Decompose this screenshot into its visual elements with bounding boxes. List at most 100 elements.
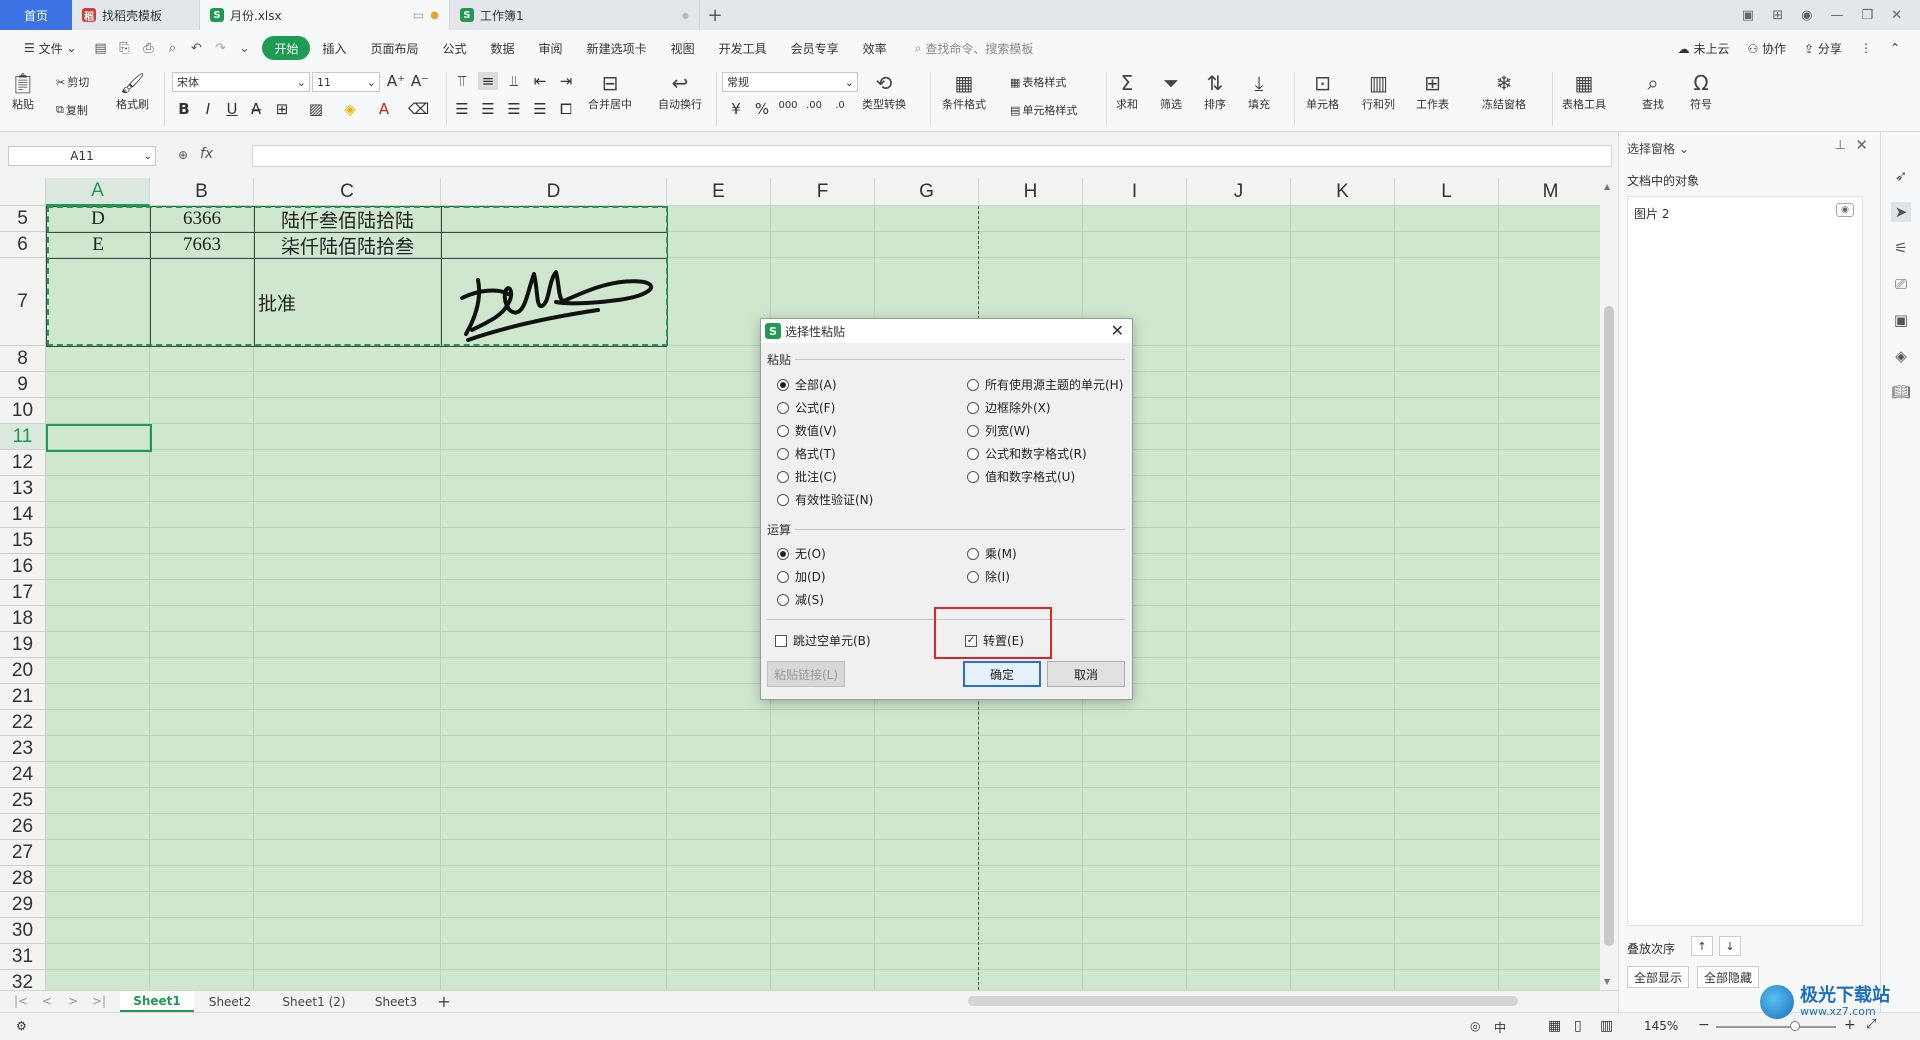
row-header-24[interactable]: 24 — [0, 762, 46, 788]
bring-forward-icon[interactable]: ↑ — [1691, 936, 1713, 956]
ok-button[interactable]: 确定 — [963, 661, 1041, 687]
row-header-28[interactable]: 28 — [0, 866, 46, 892]
column-header-e[interactable]: E — [667, 178, 771, 206]
print-preview-icon[interactable]: ⌕ — [160, 36, 184, 60]
indent-decrease-icon[interactable]: ⇤ — [530, 72, 550, 90]
book-icon[interactable]: 📖︎ — [1891, 382, 1911, 402]
border-icon[interactable]: ⊞ — [272, 100, 292, 118]
op-subtract-option[interactable]: 减(S) — [777, 591, 824, 608]
select-all-corner[interactable] — [0, 178, 46, 206]
op-divide-option[interactable]: 除(I) — [967, 568, 1010, 585]
fill-color-icon[interactable]: ◈ — [340, 100, 360, 118]
export-pdf-icon[interactable]: ⎘ — [112, 36, 136, 60]
menu-insert[interactable]: 插入 — [310, 36, 358, 60]
paste-values-option[interactable]: 数值(V) — [777, 422, 837, 439]
align-bottom-icon[interactable]: ⫫ — [504, 72, 524, 90]
sum-button[interactable]: Σ 求和 — [1114, 70, 1140, 112]
location-icon[interactable]: ◈ — [1891, 346, 1911, 366]
row-header-8[interactable]: 8 — [0, 346, 46, 372]
row-header-25[interactable]: 25 — [0, 788, 46, 814]
pin-icon[interactable]: ⊥ — [1835, 138, 1846, 153]
row-header-31[interactable]: 31 — [0, 944, 46, 970]
align-right-icon[interactable]: ☰ — [504, 100, 524, 118]
align-top-icon[interactable]: ⫪ — [452, 72, 472, 90]
paste-formulas-numbers-option[interactable]: 公式和数字格式(R) — [967, 445, 1087, 462]
increase-font-icon[interactable]: A⁺ — [386, 72, 406, 90]
cell-style-button[interactable]: ▤ 单元格样式 — [1010, 102, 1077, 118]
quick-access-more-icon[interactable]: ⌄ — [232, 36, 256, 60]
radio[interactable] — [777, 493, 789, 506]
row-header-22[interactable]: 22 — [0, 710, 46, 736]
row-header-27[interactable]: 27 — [0, 840, 46, 866]
row-header-9[interactable]: 9 — [0, 372, 46, 398]
input-mode[interactable]: 中 — [1494, 1019, 1506, 1036]
menu-review[interactable]: 审阅 — [527, 36, 575, 60]
cut-button[interactable]: ✂ 剪切 — [56, 74, 89, 90]
selection-pane-title[interactable]: 选择窗格 ⌄ — [1627, 140, 1689, 157]
paste-all-option[interactable]: 全部(A) — [777, 376, 837, 393]
menu-efficiency[interactable]: 效率 — [851, 36, 899, 60]
macro-icon[interactable]: ⚙ — [16, 1019, 27, 1033]
paste-column-widths-option[interactable]: 列宽(W) — [967, 422, 1030, 439]
indent-increase-icon[interactable]: ⇥ — [556, 72, 576, 90]
column-header-b[interactable]: B — [150, 178, 254, 206]
page-break-view-icon[interactable]: ▥ — [1600, 1018, 1613, 1034]
print-icon[interactable]: ⎙ — [136, 36, 160, 60]
scroll-up-icon[interactable]: ▲ — [1604, 182, 1610, 191]
save-icon[interactable]: ▤ — [88, 36, 112, 60]
object-item-picture2[interactable]: 图片 2 — [1634, 205, 1669, 222]
zoom-in-icon[interactable]: + — [1844, 1017, 1856, 1033]
radio-selected[interactable] — [777, 547, 789, 560]
zoom-slider[interactable] — [1716, 1026, 1836, 1028]
menu-member[interactable]: 会员专享 — [779, 36, 851, 60]
currency-icon[interactable]: ¥ — [726, 100, 746, 118]
scroll-down-icon[interactable]: ▼ — [1604, 977, 1610, 986]
apps-grid-icon[interactable]: ⊞ — [1772, 8, 1783, 23]
close-icon[interactable]: ✕ — [1891, 8, 1902, 23]
decrease-font-icon[interactable]: A⁻ — [410, 72, 430, 90]
row-header-29[interactable]: 29 — [0, 892, 46, 918]
cell-fill-pattern-icon[interactable]: ▨ — [306, 100, 326, 118]
menu-page-layout[interactable]: 页面布局 — [359, 36, 431, 60]
radio[interactable] — [967, 570, 979, 583]
menu-data[interactable]: 数据 — [479, 36, 527, 60]
radio[interactable] — [777, 447, 789, 460]
next-sheet-icon[interactable]: > — [68, 994, 78, 1008]
page-layout-view-icon[interactable]: ▯ — [1574, 1018, 1582, 1034]
justify-icon[interactable]: ☰ — [530, 100, 550, 118]
cancel-button[interactable]: 取消 — [1047, 661, 1125, 687]
radio-selected[interactable] — [777, 378, 789, 391]
symbol-button[interactable]: Ω 符号 — [1688, 70, 1714, 112]
sheet-tab-sheet3[interactable]: Sheet3 — [366, 991, 426, 1012]
cloud-status[interactable]: ☁ 未上云 — [1678, 40, 1730, 57]
row-header-10[interactable]: 10 — [0, 398, 46, 424]
number-format-select[interactable]: 常规 ⌄ — [722, 72, 858, 92]
row-header-12[interactable]: 12 — [0, 450, 46, 476]
horizontal-scrollbar[interactable] — [968, 996, 1518, 1006]
font-name-select[interactable]: 宋体 ⌄ — [172, 72, 310, 92]
sheet-tab-sheet1-2[interactable]: Sheet1 (2) — [272, 991, 356, 1012]
column-header-m[interactable]: M — [1499, 178, 1600, 206]
paste-button[interactable]: 📋︎ 粘贴 — [10, 70, 36, 112]
row-header-19[interactable]: 19 — [0, 632, 46, 658]
underline-icon[interactable]: U — [222, 100, 242, 118]
monitor-icon[interactable]: ▭ — [413, 8, 424, 22]
add-sheet-button[interactable]: + — [432, 991, 456, 1012]
first-sheet-icon[interactable]: |< — [14, 994, 28, 1008]
column-header-j[interactable]: J — [1187, 178, 1291, 206]
freeze-panes-button[interactable]: ❄ 冻结窗格 — [1482, 70, 1526, 112]
percent-icon[interactable]: % — [752, 100, 772, 118]
menu-home[interactable]: 开始 — [262, 36, 311, 60]
column-header-i[interactable]: I — [1083, 178, 1187, 206]
cursor-select-icon[interactable]: ➤ — [1891, 202, 1911, 222]
collaborate-button[interactable]: ⚇ 协作 — [1747, 40, 1786, 57]
format-icon[interactable]: ⎚ — [1891, 274, 1911, 294]
filter-button[interactable]: ⏷ 筛选 — [1158, 70, 1184, 112]
row-header-16[interactable]: 16 — [0, 554, 46, 580]
row-header-30[interactable]: 30 — [0, 918, 46, 944]
row-header-17[interactable]: 17 — [0, 580, 46, 606]
row-header-23[interactable]: 23 — [0, 736, 46, 762]
row-header-14[interactable]: 14 — [0, 502, 46, 528]
command-search[interactable]: ⌕ 查找命令、搜索模板 — [915, 40, 1034, 57]
checkbox[interactable] — [775, 634, 787, 647]
